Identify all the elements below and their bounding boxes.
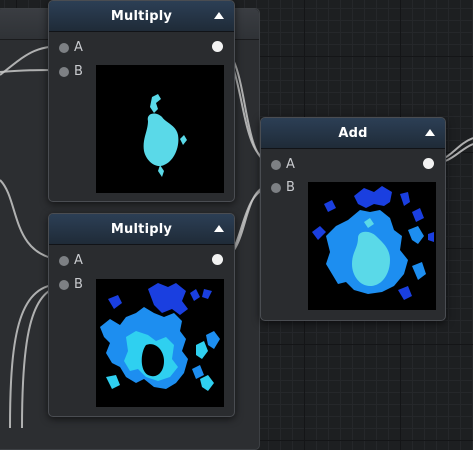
input-port-b-label: B bbox=[286, 180, 295, 195]
input-port-a[interactable]: A bbox=[59, 253, 83, 268]
node-preview-image bbox=[96, 65, 224, 193]
input-port-b-label: B bbox=[74, 64, 83, 79]
input-port-a-label: A bbox=[74, 253, 83, 268]
input-port-b[interactable]: B bbox=[271, 180, 295, 195]
input-port-a-label: A bbox=[286, 157, 295, 172]
collapse-triangle-icon[interactable] bbox=[214, 12, 224, 19]
collapse-triangle-icon[interactable] bbox=[425, 129, 435, 136]
collapse-triangle-icon[interactable] bbox=[214, 225, 224, 232]
multiply-node-top[interactable]: Multiply A B bbox=[48, 0, 235, 202]
input-port-b[interactable]: B bbox=[59, 277, 83, 292]
input-port-b-dot[interactable] bbox=[59, 66, 69, 77]
add-node-header[interactable]: Add bbox=[261, 118, 445, 149]
input-port-b[interactable]: B bbox=[59, 64, 83, 79]
input-port-a-label: A bbox=[74, 40, 83, 55]
input-port-a[interactable]: A bbox=[59, 40, 83, 55]
input-port-a-dot[interactable] bbox=[59, 42, 69, 53]
input-port-a-dot[interactable] bbox=[59, 255, 69, 266]
add-node[interactable]: Add A B bbox=[260, 117, 446, 321]
node-preview-image bbox=[96, 279, 224, 407]
input-port-b-dot[interactable] bbox=[59, 279, 69, 290]
multiply-node-top-header[interactable]: Multiply bbox=[49, 1, 234, 32]
input-port-a[interactable]: A bbox=[271, 157, 295, 172]
input-port-a-dot[interactable] bbox=[271, 159, 281, 170]
multiply-node-bottom-title: Multiply bbox=[110, 221, 173, 237]
node-preview-image bbox=[308, 182, 436, 310]
input-port-b-dot[interactable] bbox=[271, 182, 281, 193]
input-port-b-label: B bbox=[74, 277, 83, 292]
output-port[interactable] bbox=[212, 254, 223, 265]
output-port[interactable] bbox=[212, 41, 223, 52]
output-port[interactable] bbox=[423, 158, 434, 169]
multiply-node-bottom-header[interactable]: Multiply bbox=[49, 214, 234, 245]
add-node-title: Add bbox=[338, 125, 368, 141]
multiply-node-top-title: Multiply bbox=[110, 8, 173, 24]
multiply-node-bottom[interactable]: Multiply A B bbox=[48, 213, 235, 417]
